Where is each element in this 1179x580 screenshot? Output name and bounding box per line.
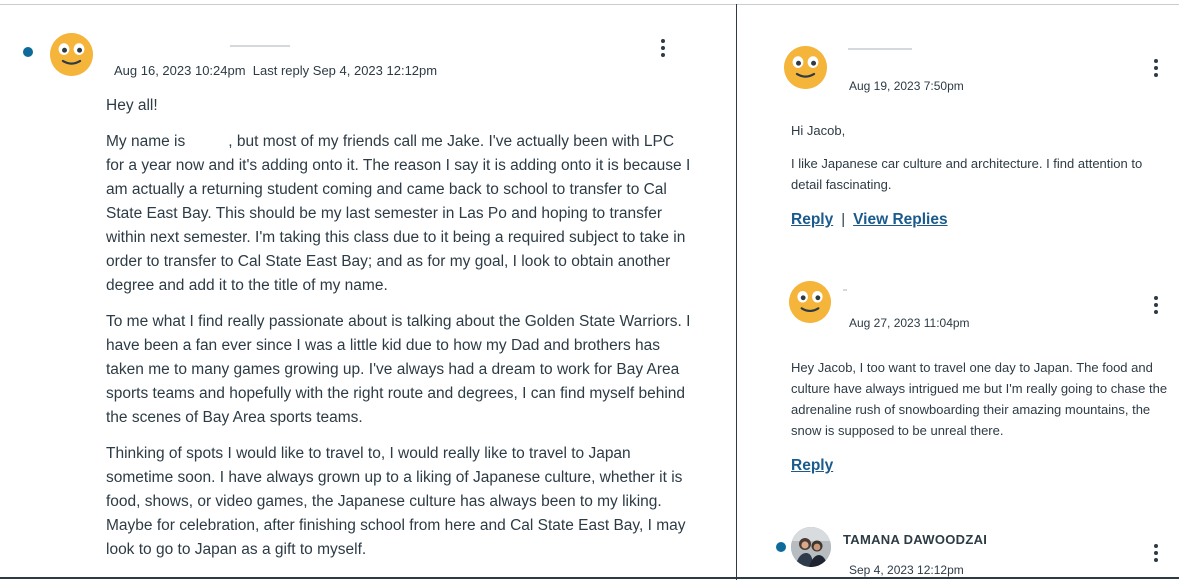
bottom-border (0, 577, 1179, 579)
reply-date: Sep 4, 2023 12:12pm (849, 563, 964, 577)
post-body: Hey all! My name is , but most of my fri… (106, 94, 696, 574)
reply-actions: Reply (791, 457, 833, 475)
reply-body: Hey Jacob, I too want to travel one day … (791, 357, 1175, 453)
author-name-redacted (848, 48, 912, 50)
smiley-face-avatar-icon[interactable] (50, 33, 93, 76)
split-view-divider[interactable] (736, 4, 737, 580)
post-date: Aug 16, 2023 10:24pm (114, 63, 246, 78)
top-border (0, 4, 1179, 5)
reply-date: Aug 19, 2023 7:50pm (849, 79, 964, 93)
kebab-menu-icon[interactable] (1146, 542, 1166, 566)
author-name-redacted (230, 45, 290, 47)
reply-author-name[interactable]: TAMANA DAWOODZAI (843, 532, 987, 547)
profile-photo-avatar[interactable] (791, 527, 831, 567)
reply-paragraph: Hi Jacob, (791, 123, 846, 138)
reply-body: Hi Jacob, I like Japanese car culture an… (791, 120, 1175, 207)
unread-dot-icon (776, 542, 786, 552)
reply-link[interactable]: Reply (791, 211, 833, 228)
post-paragraph: My name is , but most of my friends call… (106, 133, 695, 294)
kebab-menu-icon[interactable] (653, 37, 673, 61)
reply-link[interactable]: Reply (791, 457, 833, 474)
post-greeting: Hey all! (106, 97, 158, 114)
author-name-redacted (843, 289, 847, 291)
smiley-face-avatar-icon[interactable] (789, 281, 831, 323)
view-replies-link[interactable]: View Replies (853, 211, 947, 228)
post-paragraph: Thinking of spots I would like to travel… (106, 445, 686, 558)
kebab-menu-icon[interactable] (1146, 294, 1166, 318)
post-metadata: Aug 16, 2023 10:24pm Last reply Sep 4, 2… (114, 63, 437, 78)
kebab-menu-icon[interactable] (1146, 57, 1166, 81)
reply-actions: Reply | View Replies (791, 211, 948, 229)
link-separator: | (841, 211, 846, 228)
smiley-face-avatar-icon[interactable] (784, 46, 827, 89)
unread-dot-icon (23, 47, 33, 57)
reply-paragraph: I like Japanese car culture and architec… (791, 156, 1143, 192)
last-reply-date: Last reply Sep 4, 2023 12:12pm (252, 63, 438, 78)
post-paragraph: To me what I find really passionate abou… (106, 313, 691, 426)
reply-paragraph: Hey Jacob, I too want to travel one day … (791, 360, 1168, 438)
reply-date: Aug 27, 2023 11:04pm (849, 316, 970, 330)
